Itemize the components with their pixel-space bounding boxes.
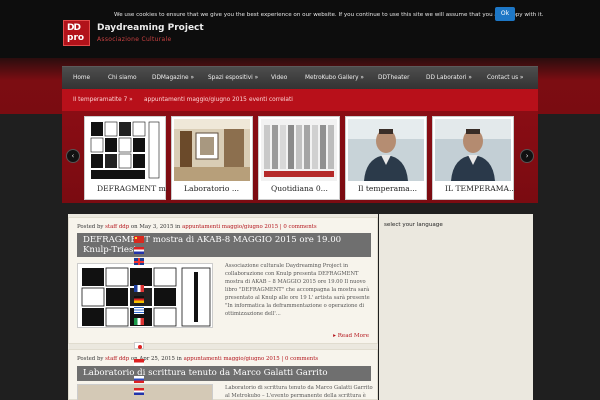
sub-nav: Il temperamatite 7 » appuntamenti maggio… [62, 89, 538, 111]
site-logo[interactable]: DD pro [63, 20, 90, 46]
germany-flag-icon[interactable] [134, 296, 144, 303]
nav-item-metrokubo-gallery[interactable]: MetroKubo Gallery » [305, 67, 364, 89]
post-comments-link[interactable]: | 0 comments [281, 356, 318, 362]
slider-caption: Laboratorio ... [184, 184, 240, 193]
post-author-link[interactable]: staff ddp [105, 356, 129, 362]
slider-item[interactable]: IL TEMPERAMA... [432, 116, 515, 200]
china-flag-icon[interactable] [134, 236, 144, 243]
slider-next-button[interactable]: › [520, 149, 534, 163]
post-title[interactable]: Laboratorio di scrittura tenuto da Marco… [77, 366, 371, 381]
quotidiana-thumbnail [261, 119, 337, 181]
post-meta-prefix: Posted by [77, 224, 104, 230]
read-more-label: Read More [337, 333, 369, 339]
nav-item-dd-laboratori[interactable]: DD Laboratori » [426, 67, 472, 89]
post-meta: Posted by staff ddp on May 3, 2015 in ap… [77, 224, 317, 230]
post-meta: Posted by staff ddp on Apr 25, 2015 in a… [77, 356, 318, 362]
logo-text-top: DD [67, 23, 81, 33]
site-subtitle: Associazione Culturale [97, 36, 172, 43]
nav-item-ddmagazine[interactable]: DDMagazine » [152, 67, 194, 89]
nav-item-spazi-espositivi[interactable]: Spazi espositivi » [208, 67, 258, 89]
cookie-ok-button[interactable]: Ok [495, 7, 515, 21]
nav-item-video[interactable]: Video [271, 67, 287, 89]
laboratorio-thumbnail [174, 119, 250, 181]
post-image[interactable] [77, 263, 213, 328]
post-comments-link[interactable]: | 0 comments [280, 224, 317, 230]
post-image[interactable] [77, 384, 213, 400]
poland-flag-icon[interactable] [134, 359, 144, 366]
post-date: on May 3, 2015 in [130, 224, 181, 230]
nav-item-chi-siamo[interactable]: Chi siamo [108, 67, 137, 89]
post-category-link[interactable]: appuntamenti maggio/giugno 2015 [182, 224, 278, 230]
temperamatite-thumbnail [348, 119, 424, 181]
nav-item-ddtheater[interactable]: DDTheater [378, 67, 409, 89]
slider-caption: IL TEMPERAMA... [445, 184, 515, 193]
cookie-bar: We use cookies to ensure that we give yo… [0, 3, 600, 21]
site-title[interactable]: Daydreaming Project [97, 23, 204, 33]
defragment-thumbnail [87, 119, 163, 181]
uk-flag-icon[interactable] [134, 258, 144, 265]
sidebar: select your language [379, 214, 533, 400]
nav-item-home[interactable]: Home [73, 67, 90, 89]
post-author-link[interactable]: staff ddp [105, 224, 129, 230]
japan-flag-icon[interactable] [134, 342, 144, 349]
france-flag-icon[interactable] [134, 285, 144, 292]
croatia-flag-icon[interactable] [134, 247, 144, 254]
slider-item[interactable]: Quotidiana 0... [258, 116, 340, 200]
nav-item-contact-us[interactable]: Contact us » [487, 67, 523, 89]
post-excerpt: Associazione culturale Daydreaming Proje… [225, 263, 370, 317]
subnav-item-appuntamenti[interactable]: appuntamenti maggio/giugno 2015 [144, 89, 247, 111]
slider-caption: Il temperama... [358, 184, 418, 193]
slider-caption: DEFRAGMENT m... [97, 184, 167, 193]
slider-item[interactable]: Il temperama... [345, 116, 427, 200]
temperamatite-2-thumbnail [435, 119, 511, 181]
cookie-text: We use cookies to ensure that we give yo… [114, 12, 544, 18]
post-excerpt: Laboratorio di scrittura tenuto da Marco… [225, 385, 373, 399]
logo-text-bottom: pro [67, 33, 85, 43]
slider-item[interactable]: Laboratorio ... [171, 116, 253, 200]
russia-flag-icon[interactable] [134, 376, 144, 383]
post-card: Posted by staff ddp on May 3, 2015 in ap… [68, 217, 378, 344]
serbia-flag-icon[interactable] [134, 388, 144, 395]
slider-caption: Quotidiana 0... [271, 184, 328, 193]
italy-flag-icon[interactable] [134, 318, 144, 325]
read-more-link[interactable]: ▸ Read More [333, 333, 369, 339]
slider-item[interactable]: DEFRAGMENT m... [84, 116, 167, 200]
post-meta-prefix: Posted by [77, 356, 104, 362]
main-nav: Home Chi siamo DDMagazine » Spazi esposi… [62, 66, 538, 89]
post-card: Posted by staff ddp on Apr 25, 2015 in a… [68, 349, 378, 400]
language-widget-title: select your language [384, 222, 443, 228]
post-category-link[interactable]: appuntamenti maggio/giugno 2015 [184, 356, 280, 362]
subnav-item-temperamatite[interactable]: Il temperamatite 7 » [73, 89, 133, 111]
post-title[interactable]: DEFRAGMENT mostra di AKAB-8 MAGGIO 2015 … [77, 233, 371, 257]
greece-flag-icon[interactable] [134, 307, 144, 314]
subnav-item-eventi-correlati[interactable]: eventi correlati [249, 89, 293, 111]
slider-prev-button[interactable]: ‹ [66, 149, 80, 163]
